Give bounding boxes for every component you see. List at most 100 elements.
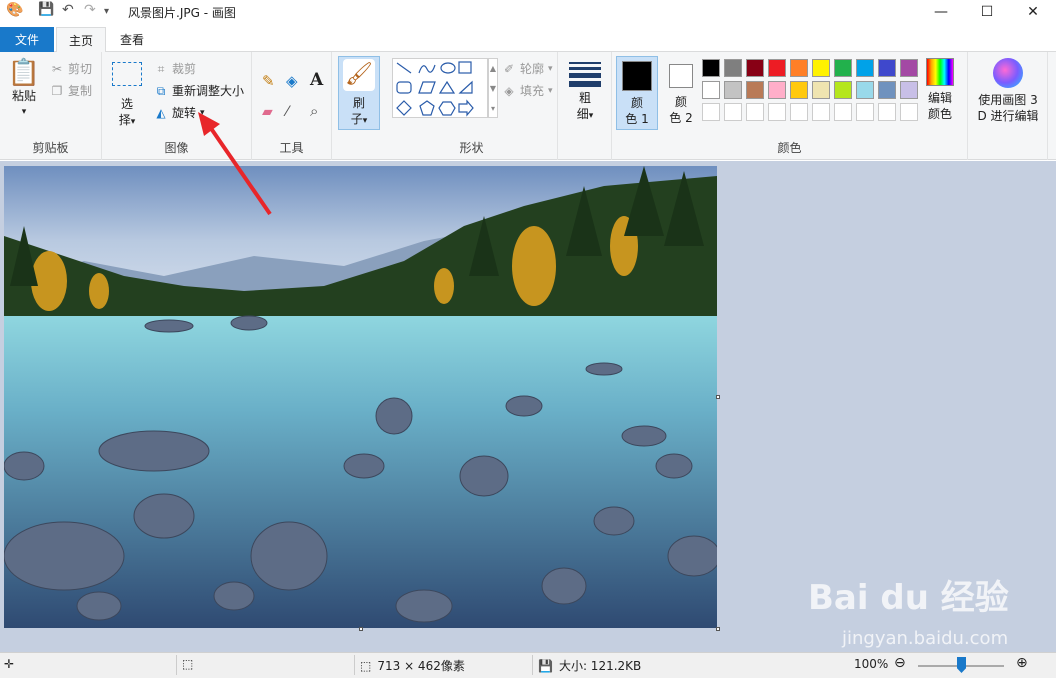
palette-swatch-empty[interactable] bbox=[768, 103, 786, 121]
color2-button[interactable]: 颜 色 2 bbox=[660, 56, 702, 130]
color2-swatch bbox=[669, 64, 693, 88]
palette-swatch-empty[interactable] bbox=[812, 103, 830, 121]
brush-button[interactable]: 🖌 刷 子▾ bbox=[338, 56, 380, 130]
palette-swatch-empty[interactable] bbox=[724, 103, 742, 121]
chevron-down-icon: ▾ bbox=[362, 116, 368, 126]
copy-icon: ❐ bbox=[51, 83, 63, 98]
copy-button[interactable]: ❐ 复制 bbox=[50, 82, 92, 99]
shapes-gallery-icons bbox=[396, 61, 474, 117]
palette-swatch[interactable] bbox=[724, 59, 742, 77]
magnifier-icon[interactable]: ⌕ bbox=[310, 102, 318, 120]
palette-swatch[interactable] bbox=[746, 81, 764, 99]
close-button[interactable]: ✕ bbox=[1010, 0, 1056, 24]
resize-handle-right[interactable] bbox=[716, 395, 720, 399]
group-label: 形状 bbox=[459, 141, 484, 155]
palette-swatch-empty[interactable] bbox=[878, 103, 896, 121]
chevron-down-icon: ▾ bbox=[21, 107, 27, 117]
outline-button[interactable]: ✐ 轮廓 ▾ bbox=[502, 60, 553, 77]
zoom-in-icon[interactable]: ⊕ bbox=[1016, 655, 1028, 671]
palette-swatch[interactable] bbox=[878, 81, 896, 99]
tab-file[interactable]: 文件 bbox=[0, 27, 54, 52]
color2-label-2: 色 2 bbox=[669, 111, 693, 125]
crop-button[interactable]: ⌗ 裁剪 bbox=[154, 60, 196, 77]
pencil-icon[interactable]: ✎ bbox=[262, 72, 275, 90]
fill-icon: ◈ bbox=[504, 83, 514, 98]
palette-swatch[interactable] bbox=[900, 59, 918, 77]
palette-swatch[interactable] bbox=[878, 59, 896, 77]
color-picker-icon[interactable]: ⁄ bbox=[286, 104, 288, 120]
palette-swatch[interactable] bbox=[812, 81, 830, 99]
customize-quick-access-icon[interactable]: ▾ bbox=[104, 6, 109, 17]
palette-swatch[interactable] bbox=[746, 59, 764, 77]
minimize-button[interactable]: — bbox=[918, 0, 964, 24]
group-label: 剪贴板 bbox=[32, 141, 69, 155]
palette-swatch-empty[interactable] bbox=[834, 103, 852, 121]
shapes-gallery[interactable] bbox=[392, 58, 488, 118]
resize-icon: ⧉ bbox=[156, 83, 166, 98]
palette-swatch-empty[interactable] bbox=[856, 103, 874, 121]
size-label-1: 粗 bbox=[578, 91, 591, 105]
resize-handle-bottom[interactable] bbox=[359, 627, 363, 631]
fill-bucket-icon[interactable]: ◈ bbox=[286, 72, 298, 90]
select-button[interactable]: 选 择▾ bbox=[110, 62, 144, 130]
palette-swatch[interactable] bbox=[856, 59, 874, 77]
paint3d-button[interactable]: 使用画图 3 D 进行编辑 bbox=[972, 58, 1044, 124]
brush-icon: 🖌 bbox=[343, 59, 375, 91]
cursor-position-icon: ✛ bbox=[4, 657, 15, 671]
zoom-slider-thumb[interactable] bbox=[957, 657, 966, 673]
group-clipboard: 📋 粘贴 ▾ ✂ 剪切 ❐ 复制 剪贴板 bbox=[0, 52, 102, 160]
zoom-out-icon[interactable]: ⊖ bbox=[894, 655, 906, 671]
edit-colors-label-1: 编辑 bbox=[927, 91, 952, 105]
clipboard-icon: 📋 bbox=[7, 58, 41, 88]
color2-label-1: 颜 bbox=[674, 95, 687, 109]
resize-button[interactable]: ⧉ 重新调整大小 bbox=[154, 82, 244, 99]
color1-button[interactable]: 颜 色 1 bbox=[616, 56, 658, 130]
palette-swatch[interactable] bbox=[724, 81, 742, 99]
group-size: 粗 细▾ bbox=[558, 52, 612, 160]
title-bar: 🎨 💾 ↶ ↷ ▾ 风景图片.JPG - 画图 — ☐ ✕ bbox=[0, 0, 1056, 24]
text-icon[interactable]: A bbox=[310, 70, 323, 90]
redo-icon[interactable]: ↷ bbox=[84, 2, 96, 18]
save-icon[interactable]: 💾 bbox=[38, 2, 54, 17]
crop-icon: ⌗ bbox=[157, 61, 165, 76]
palette-swatch-empty[interactable] bbox=[746, 103, 764, 121]
paint3d-icon bbox=[993, 58, 1023, 88]
filesize-text: 大小: 121.2KB bbox=[558, 659, 642, 673]
tab-view[interactable]: 查看 bbox=[108, 27, 156, 52]
zoom-level: 100% bbox=[854, 657, 889, 671]
palette-swatch[interactable] bbox=[702, 81, 720, 99]
landscape-image[interactable] bbox=[4, 166, 717, 628]
disk-icon: 💾 bbox=[538, 658, 553, 673]
maximize-button[interactable]: ☐ bbox=[964, 0, 1010, 24]
edit-colors-button[interactable]: 编辑 颜色 bbox=[920, 58, 960, 122]
color1-label-2: 色 1 bbox=[625, 112, 649, 126]
copy-label: 复制 bbox=[68, 84, 93, 98]
brush-label-2: 子 bbox=[350, 112, 363, 126]
tab-home[interactable]: 主页 bbox=[56, 27, 107, 53]
palette-swatch-empty[interactable] bbox=[900, 103, 918, 121]
shapes-scroll[interactable]: ▲ ▼ ▾ bbox=[488, 58, 498, 118]
size-button[interactable]: 粗 细▾ bbox=[564, 60, 606, 124]
palette-swatch[interactable] bbox=[702, 59, 720, 77]
palette-swatch[interactable] bbox=[768, 81, 786, 99]
undo-icon[interactable]: ↶ bbox=[62, 2, 74, 18]
palette-swatch[interactable] bbox=[768, 59, 786, 77]
palette-swatch[interactable] bbox=[790, 81, 808, 99]
palette-swatch[interactable] bbox=[790, 59, 808, 77]
watermark-brand: Bai du 经验 bbox=[808, 578, 1009, 618]
palette-swatch[interactable] bbox=[834, 59, 852, 77]
cut-button[interactable]: ✂ 剪切 bbox=[50, 60, 92, 77]
palette-swatch-empty[interactable] bbox=[702, 103, 720, 121]
paste-button[interactable]: 📋 粘贴 ▾ bbox=[6, 58, 42, 120]
fill-label: 填充 bbox=[520, 84, 545, 98]
palette-swatch[interactable] bbox=[900, 81, 918, 99]
fill-button[interactable]: ◈ 填充 ▾ bbox=[502, 82, 552, 99]
group-brushes: 🖌 刷 子▾ bbox=[332, 52, 386, 160]
line-size-icon bbox=[569, 62, 601, 87]
ribbon-tab-bar: 文件 主页 查看 ⌃ ? bbox=[0, 24, 1056, 70]
palette-swatch[interactable] bbox=[812, 59, 830, 77]
palette-swatch[interactable] bbox=[834, 81, 852, 99]
resize-handle-corner[interactable] bbox=[716, 627, 720, 631]
palette-swatch-empty[interactable] bbox=[790, 103, 808, 121]
palette-swatch[interactable] bbox=[856, 81, 874, 99]
